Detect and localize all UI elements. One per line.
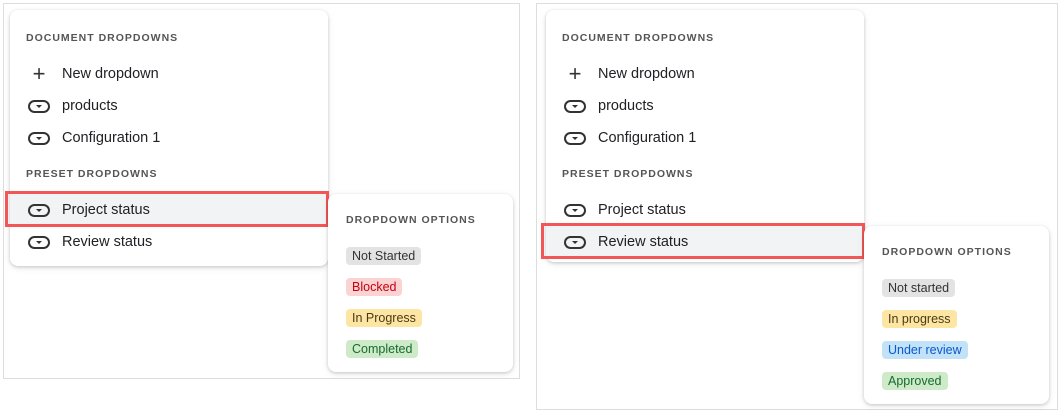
dropdown-options-panel: DROPDOWN OPTIONS Not started In progress Un… bbox=[864, 226, 1049, 404]
plus-icon: + bbox=[32, 61, 46, 86]
dropdown-chip-icon bbox=[564, 203, 586, 217]
document-dropdown-item[interactable]: Configuration 1 bbox=[546, 122, 864, 154]
dropdown-chip-icon bbox=[28, 235, 50, 249]
item-label: Project status bbox=[598, 202, 686, 218]
item-label: products bbox=[598, 98, 654, 114]
preset-dropdowns-header: PRESET DROPDOWNS bbox=[26, 168, 158, 180]
selection-highlight bbox=[541, 223, 865, 259]
dropdown-options-header: DROPDOWN OPTIONS bbox=[346, 214, 476, 226]
dropdown-options-header: DROPDOWN OPTIONS bbox=[882, 246, 1012, 258]
plus-icon: + bbox=[568, 61, 582, 86]
item-label: Configuration 1 bbox=[598, 130, 697, 146]
new-dropdown-label: New dropdown bbox=[598, 66, 695, 82]
new-dropdown-label: New dropdown bbox=[62, 66, 159, 82]
document-dropdown-item[interactable]: Configuration 1 bbox=[10, 122, 328, 154]
dropdown-options-panel: DROPDOWN OPTIONS Not Started Blocked In Pro… bbox=[328, 194, 513, 372]
item-label: products bbox=[62, 98, 118, 114]
document-dropdowns-header: DOCUMENT DROPDOWNS bbox=[562, 32, 715, 44]
new-dropdown-button[interactable]: + New dropdown bbox=[10, 58, 328, 90]
new-dropdown-button[interactable]: + New dropdown bbox=[546, 58, 864, 90]
item-label: Configuration 1 bbox=[62, 130, 161, 146]
preset-dropdown-item[interactable]: Project status bbox=[546, 194, 864, 226]
preset-dropdowns-header: PRESET DROPDOWNS bbox=[562, 168, 694, 180]
option-chip[interactable]: In Progress bbox=[346, 309, 422, 327]
option-chip[interactable]: Blocked bbox=[346, 278, 403, 296]
preset-dropdown-item[interactable]: Review status bbox=[10, 226, 328, 258]
document-dropdown-item[interactable]: products bbox=[546, 90, 864, 122]
option-chip[interactable]: Completed bbox=[346, 340, 419, 358]
option-chip[interactable]: Approved bbox=[882, 372, 948, 390]
option-chip[interactable]: Under review bbox=[882, 341, 968, 359]
document-dropdowns-header: DOCUMENT DROPDOWNS bbox=[26, 32, 179, 44]
dropdown-chip-icon bbox=[564, 131, 586, 145]
option-chip[interactable]: Not Started bbox=[346, 247, 422, 265]
dropdown-chip-icon bbox=[28, 131, 50, 145]
option-chip[interactable]: Not started bbox=[882, 279, 956, 297]
dropdown-menu: DOCUMENT DROPDOWNS + New dropdown products C… bbox=[10, 10, 328, 266]
option-chip[interactable]: In progress bbox=[882, 310, 957, 328]
item-label: Review status bbox=[62, 234, 153, 250]
selection-highlight bbox=[5, 191, 329, 227]
dropdown-chip-icon bbox=[28, 99, 50, 113]
dropdown-chip-icon bbox=[564, 99, 586, 113]
document-dropdown-item[interactable]: products bbox=[10, 90, 328, 122]
